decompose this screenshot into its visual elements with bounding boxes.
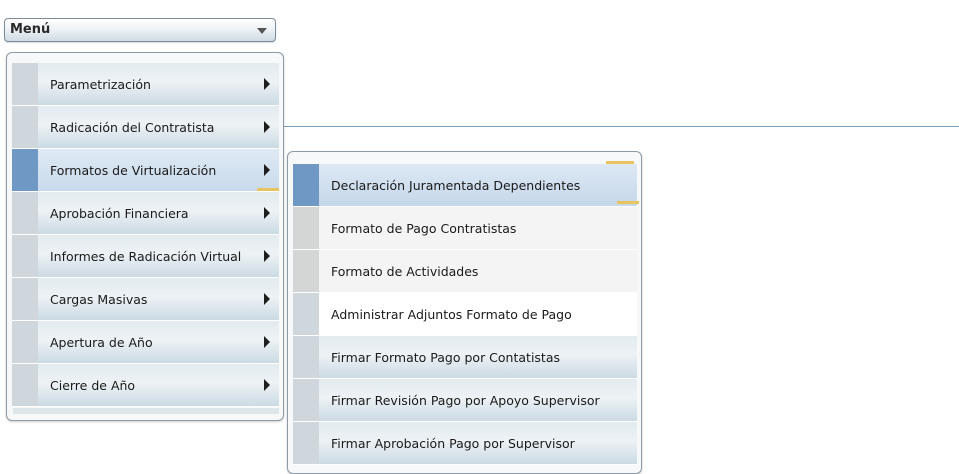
submenu-item-label: Declaración Juramentada Dependientes [331, 178, 581, 193]
submenu-item-label: Administrar Adjuntos Formato de Pago [331, 307, 572, 322]
chevron-right-icon [264, 293, 270, 305]
chevron-right-icon [264, 78, 270, 90]
chevron-right-icon [264, 379, 270, 391]
main-menu-panel: Parametrización Radicación del Contratis… [6, 52, 284, 421]
submenu-item-label: Firmar Aprobación Pago por Supervisor [331, 436, 575, 451]
menu-item-radicacion-contratista[interactable]: Radicación del Contratista [12, 106, 279, 149]
submenu-item-declaracion-juramentada[interactable]: Declaración Juramentada Dependientes [293, 164, 637, 207]
menu-item-informes-radicacion[interactable]: Informes de Radicación Virtual [12, 235, 279, 278]
menu-item-formatos-virtualizacion[interactable]: Formatos de Virtualización [12, 149, 279, 192]
menu-item-label: Informes de Radicación Virtual [50, 249, 242, 264]
submenu-item-formato-pago-contratistas[interactable]: Formato de Pago Contratistas [293, 207, 637, 250]
chevron-right-icon [264, 336, 270, 348]
submenu-item-label: Firmar Formato Pago por Contatistas [331, 350, 560, 365]
menu-item-label: Cierre de Año [50, 378, 136, 393]
menu-item-label: Apertura de Año [50, 335, 153, 350]
menu-dropdown-label: Menú [10, 22, 51, 37]
menu-connector-line [280, 126, 959, 127]
submenu-top-accent [606, 161, 634, 164]
menu-dropdown-button[interactable]: Menú [4, 18, 276, 42]
submenu-item-firmar-revision-pago[interactable]: Firmar Revisión Pago por Apoyo Superviso… [293, 379, 637, 422]
menu-item-cargas-masivas[interactable]: Cargas Masivas [12, 278, 279, 321]
submenu-item-formato-actividades[interactable]: Formato de Actividades [293, 250, 637, 293]
menu-item-label: Formatos de Virtualización [50, 163, 217, 178]
chevron-right-icon [264, 250, 270, 262]
chevron-down-icon [257, 28, 267, 34]
submenu-item-administrar-adjuntos[interactable]: Administrar Adjuntos Formato de Pago [293, 293, 637, 336]
submenu-item-label: Formato de Actividades [331, 264, 479, 279]
submenu-item-label: Formato de Pago Contratistas [331, 221, 517, 236]
menu-item-label: Radicación del Contratista [50, 120, 215, 135]
chevron-right-icon [264, 121, 270, 133]
menu-item-parametrizacion[interactable]: Parametrización [12, 63, 279, 106]
submenu-item-label: Firmar Revisión Pago por Apoyo Superviso… [331, 393, 600, 408]
menu-item-cierre-anio[interactable]: Cierre de Año [12, 364, 279, 407]
menu-item-aprobacion-financiera[interactable]: Aprobación Financiera [12, 192, 279, 235]
active-item-accent [257, 188, 279, 191]
submenu-item-firmar-formato-pago[interactable]: Firmar Formato Pago por Contatistas [293, 336, 637, 379]
submenu-active-accent [617, 201, 639, 204]
menu-item-label: Aprobación Financiera [50, 206, 189, 221]
chevron-right-icon [264, 207, 270, 219]
menu-item-apertura-anio[interactable]: Apertura de Año [12, 321, 279, 364]
submenu-item-firmar-aprobacion-pago[interactable]: Firmar Aprobación Pago por Supervisor [293, 422, 637, 465]
chevron-right-icon [264, 164, 270, 176]
menu-item-label: Cargas Masivas [50, 292, 148, 307]
menu-item-label: Parametrización [50, 77, 151, 92]
menu-panel-footer [13, 408, 279, 414]
submenu-panel: Declaración Juramentada Dependientes For… [287, 151, 642, 474]
